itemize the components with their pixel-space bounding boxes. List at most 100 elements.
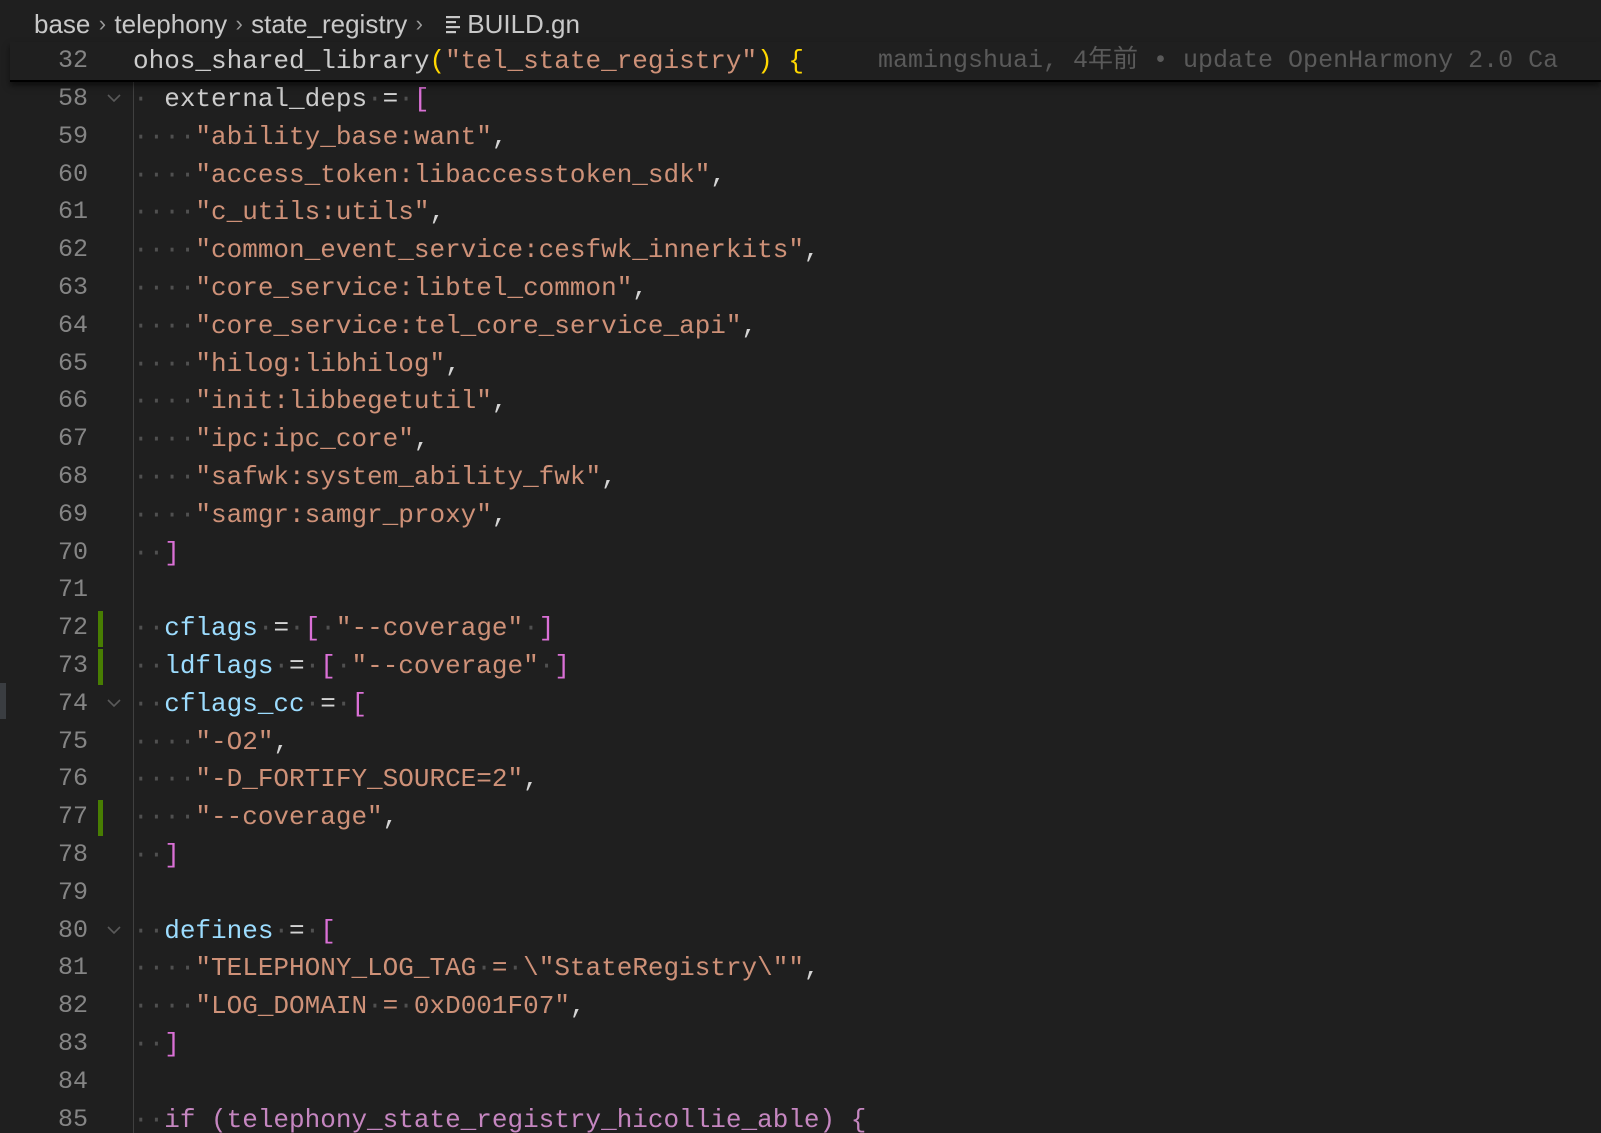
code-token: ,	[632, 273, 648, 303]
line-number: 60	[57, 159, 88, 189]
line-number: 74	[57, 688, 88, 718]
code-token: ]	[554, 651, 570, 681]
code-token: "ability_base:want"	[195, 121, 492, 152]
breadcrumb-file[interactable]: BUILD.gn	[467, 9, 580, 40]
code-line[interactable]: 68 ····"safwk:system_ability_fwk",	[0, 458, 1601, 496]
chevron-down-icon[interactable]	[104, 920, 124, 940]
chevron-right-icon: ›	[98, 11, 107, 36]
breadcrumb-item-telephony[interactable]: telephony	[114, 9, 227, 40]
code-token: ·	[133, 84, 149, 114]
code-line[interactable]: 79	[0, 874, 1601, 912]
code-line[interactable]: 80 ··defines·=·[	[0, 912, 1601, 950]
code-line[interactable]: 64 ····"core_service:tel_core_service_api…	[0, 307, 1601, 345]
code-token: ····	[133, 310, 196, 341]
code-token: ,	[601, 462, 617, 492]
git-added-marker[interactable]	[98, 649, 103, 685]
code-line[interactable]: 66 ····"init:libbegetutil",	[0, 382, 1601, 420]
line-number: 69	[57, 499, 88, 529]
code-token: =	[320, 688, 336, 719]
breadcrumb-item-base[interactable]: base	[34, 9, 90, 40]
line-number: 73	[57, 651, 88, 680]
code-text: ··]	[133, 836, 180, 874]
code-token: "core_service:libtel_common"	[195, 273, 633, 303]
code-line[interactable]: 73 ··ldflags·=·[·"--coverage"·]	[0, 647, 1601, 685]
code-line[interactable]: 62 ····"common_event_service:cesfwk_inner…	[0, 231, 1601, 269]
code-text: ····"core_service:tel_core_service_api",	[133, 307, 757, 345]
line-number: 85	[57, 1104, 88, 1133]
code-line[interactable]: 78 ··]	[0, 836, 1601, 874]
code-line[interactable]: 75 ····"-O2",	[0, 723, 1601, 761]
code-line[interactable]: 61 ····"c_utils:utils",	[0, 193, 1601, 231]
code-token: ·	[304, 688, 321, 719]
code-token: ,	[382, 802, 399, 833]
code-line[interactable]: 85 ··if (telephony_state_registry_hicolli…	[0, 1101, 1601, 1133]
code-text: ····"ipc:ipc_core",	[133, 420, 429, 458]
code-text: ····"-O2",	[133, 723, 289, 761]
code-token: "-D_FORTIFY_SOURCE=2"	[195, 764, 524, 795]
code-text: ··if (telephony_state_registry_hicollie_…	[133, 1101, 866, 1133]
code-token: ·	[507, 953, 524, 984]
code-text: ··cflags·=·[·"--coverage"·]	[133, 609, 554, 647]
code-line[interactable]: 74 ··cflags_cc·=·[	[0, 685, 1601, 723]
code-token: ··	[133, 651, 165, 681]
chevron-down-icon[interactable]	[104, 88, 124, 108]
code-editor[interactable]: 58 · external_deps·=·[59 ····"ability_base…	[0, 80, 1601, 1133]
git-blame-annotation: mamingshuai, 4年前 • update OpenHarmony 2.…	[878, 46, 1559, 75]
line-number: 66	[57, 386, 88, 416]
code-line[interactable]: 59 ····"ability_base:want",	[0, 118, 1601, 156]
code-line[interactable]: 58 · external_deps·=·[	[0, 80, 1601, 118]
code-token: )	[757, 46, 773, 76]
code-token: ····	[133, 235, 196, 266]
code-token: ····	[133, 121, 196, 152]
code-text: ··]	[133, 1025, 180, 1063]
line-number: 70	[57, 537, 88, 567]
code-token: ··	[133, 537, 165, 568]
code-token: ··	[133, 1029, 165, 1059]
line-number: 32	[57, 46, 88, 75]
code-token: "init:libbegetutil"	[195, 386, 492, 417]
code-text: ····"TELEPHONY_LOG_TAG·=·\"StateRegistry…	[133, 949, 820, 987]
line-number: 67	[57, 424, 88, 454]
line-number: 81	[57, 953, 88, 983]
code-line[interactable]: 65 ····"hilog:libhilog",	[0, 345, 1601, 383]
code-token: "--coverage"	[195, 802, 383, 833]
line-number: 79	[57, 877, 88, 907]
git-added-marker[interactable]	[98, 800, 103, 837]
code-text: ····"core_service:libtel_common",	[133, 269, 648, 307]
sticky-scroll-line[interactable]: 32 ohos_shared_library("tel_state_regist…	[10, 42, 1601, 82]
line-number: 61	[57, 197, 88, 227]
code-line[interactable]: 76 ····"-D_FORTIFY_SOURCE=2",	[0, 760, 1601, 798]
code-token: ·	[273, 915, 290, 946]
breadcrumb-item-state-registry[interactable]: state_registry	[251, 9, 407, 40]
code-line[interactable]: 60 ····"access_token:libaccesstoken_sdk",	[0, 156, 1601, 194]
chevron-down-icon[interactable]	[104, 693, 124, 713]
code-token: external_deps	[148, 84, 368, 114]
line-number: 65	[57, 348, 88, 378]
code-line[interactable]: 71	[0, 571, 1601, 609]
code-token: ]	[164, 840, 180, 870]
code-token: [	[351, 688, 368, 719]
code-token: "LOG_DOMAIN	[195, 991, 368, 1022]
code-token: "--coverage"	[335, 613, 524, 644]
code-line[interactable]: 81 ····"TELEPHONY_LOG_TAG·=·\"StateRegist…	[0, 949, 1601, 987]
code-token: "-O2"	[195, 726, 274, 757]
code-line[interactable]: 83 ··]	[0, 1025, 1601, 1063]
code-token: ,	[273, 726, 290, 757]
chevron-right-icon: ›	[235, 11, 243, 36]
code-line[interactable]: 70 ··]	[0, 534, 1601, 572]
code-token: ·	[367, 84, 383, 114]
code-token: ]	[164, 1029, 180, 1059]
code-line[interactable]: 82 ····"LOG_DOMAIN·=·0xD001F07",	[0, 987, 1601, 1025]
code-line[interactable]: 67 ····"ipc:ipc_core",	[0, 420, 1601, 458]
code-token: ·	[304, 651, 321, 681]
code-line[interactable]: 69 ····"samgr:samgr_proxy",	[0, 496, 1601, 534]
code-token: ····	[133, 386, 196, 417]
code-token: "core_service:tel_core_service_api"	[195, 310, 742, 341]
code-line[interactable]: 84	[0, 1063, 1601, 1101]
code-line[interactable]: 72 ··cflags·=·[·"--coverage"·]	[0, 609, 1601, 648]
code-line[interactable]: 63 ····"core_service:libtel_common",	[0, 269, 1601, 307]
code-line[interactable]: 77 ····"--coverage",	[0, 798, 1601, 837]
git-added-marker[interactable]	[98, 611, 103, 648]
code-text: ··defines·=·[	[133, 912, 336, 950]
sticky-code: ohos_shared_library("tel_state_registry"…	[133, 42, 804, 80]
